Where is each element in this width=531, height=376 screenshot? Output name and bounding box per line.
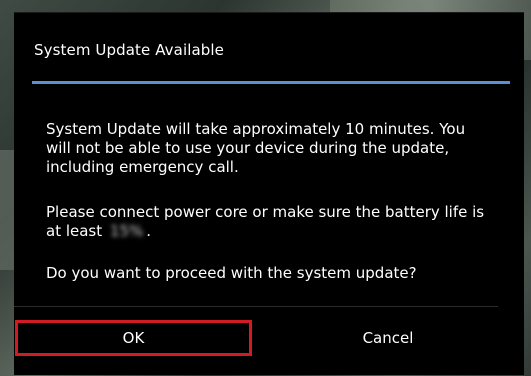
ok-button[interactable]: OK xyxy=(15,320,252,356)
ok-button-label: OK xyxy=(122,329,145,347)
message-paragraph-2: Please connect power core or make sure t… xyxy=(46,203,486,241)
button-bar-divider xyxy=(14,306,498,307)
message-paragraph-1: System Update will take approximately 10… xyxy=(46,120,466,176)
screen: System Update Available System Update wi… xyxy=(0,0,531,376)
title-divider xyxy=(32,81,510,84)
cancel-button-label: Cancel xyxy=(362,329,414,347)
cancel-button[interactable]: Cancel xyxy=(268,320,508,356)
message-paragraph-2-suffix: . xyxy=(146,222,152,240)
battery-threshold-value: 15% xyxy=(109,222,144,240)
dialog-title: System Update Available xyxy=(34,41,224,59)
message-paragraph-3: Do you want to proceed with the system u… xyxy=(46,264,417,282)
